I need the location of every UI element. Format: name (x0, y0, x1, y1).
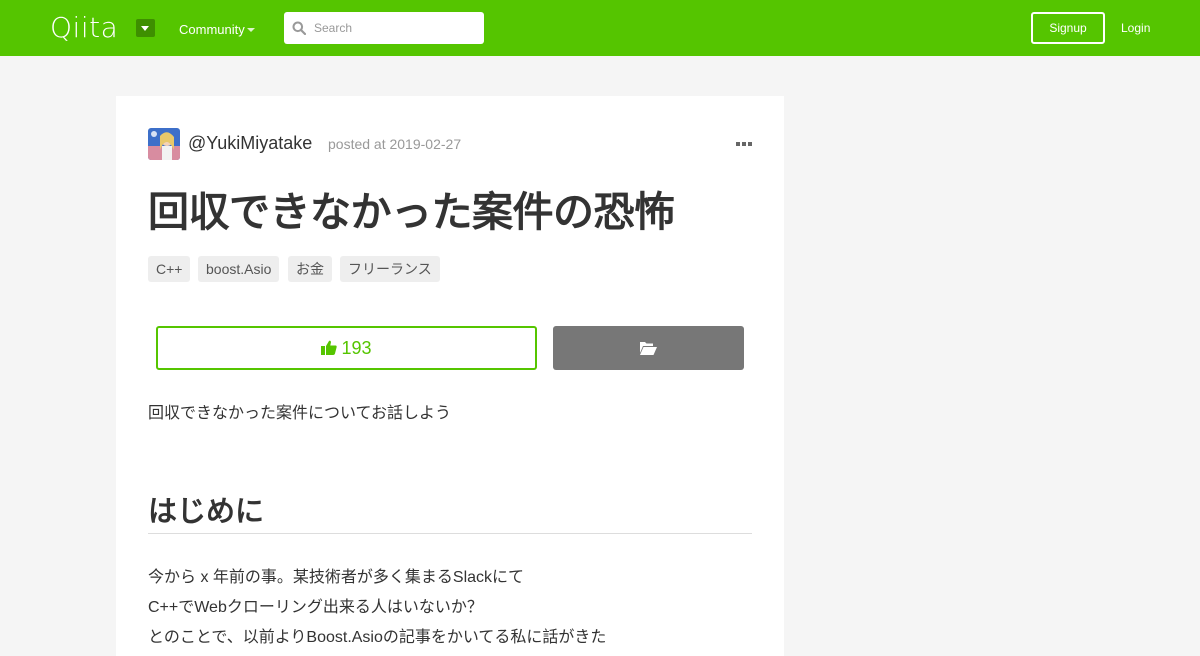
tag-freelance[interactable]: フリーランス (340, 256, 440, 282)
article-lead: 回収できなかった案件についてお話しよう (148, 405, 452, 422)
paragraph-line: 今から x 年前の事。某技術者が多く集まるSlackにて (148, 569, 525, 586)
section-heading: はじめに (148, 494, 265, 528)
tag-cpp[interactable]: C++ (148, 256, 191, 282)
folder-open-icon (640, 342, 657, 355)
thumbs-up-icon (321, 340, 338, 355)
search-icon (292, 21, 306, 35)
qiita-logo[interactable]: Qiita (50, 12, 118, 44)
paragraph-line: C++でWebクローリング出来る人はいないか？ (148, 599, 483, 616)
posted-date: posted at 2019-02-27 (328, 136, 462, 152)
caret-down-icon (247, 28, 255, 32)
logo-dropdown-button[interactable] (136, 19, 155, 37)
top-navbar: Qiita Community Signup Login (0, 0, 1200, 56)
signup-button[interactable]: Signup (1031, 12, 1105, 44)
article-title: 回収できなかった案件の恐怖 (148, 188, 675, 236)
more-horizontal-icon[interactable] (736, 141, 752, 147)
section-divider (148, 533, 752, 534)
tag-money[interactable]: お金 (288, 256, 332, 282)
stock-button[interactable] (553, 326, 744, 370)
search-input[interactable] (314, 12, 478, 44)
community-menu[interactable]: Community (179, 22, 245, 37)
paragraph-line: とのことで、以前よりBoost.Asioの記事をかいてる私に話がきた (148, 629, 607, 646)
like-count: 193 (341, 338, 372, 358)
like-button[interactable]: 193 (156, 326, 537, 370)
article-card: @YukiMiyatake posted at 2019-02-27 回収できな… (116, 96, 784, 656)
tag-boost-asio[interactable]: boost.Asio (198, 256, 280, 282)
search-box (284, 12, 484, 44)
avatar[interactable] (148, 128, 180, 160)
author-username[interactable]: @YukiMiyatake (188, 133, 312, 154)
login-link[interactable]: Login (1121, 21, 1150, 35)
